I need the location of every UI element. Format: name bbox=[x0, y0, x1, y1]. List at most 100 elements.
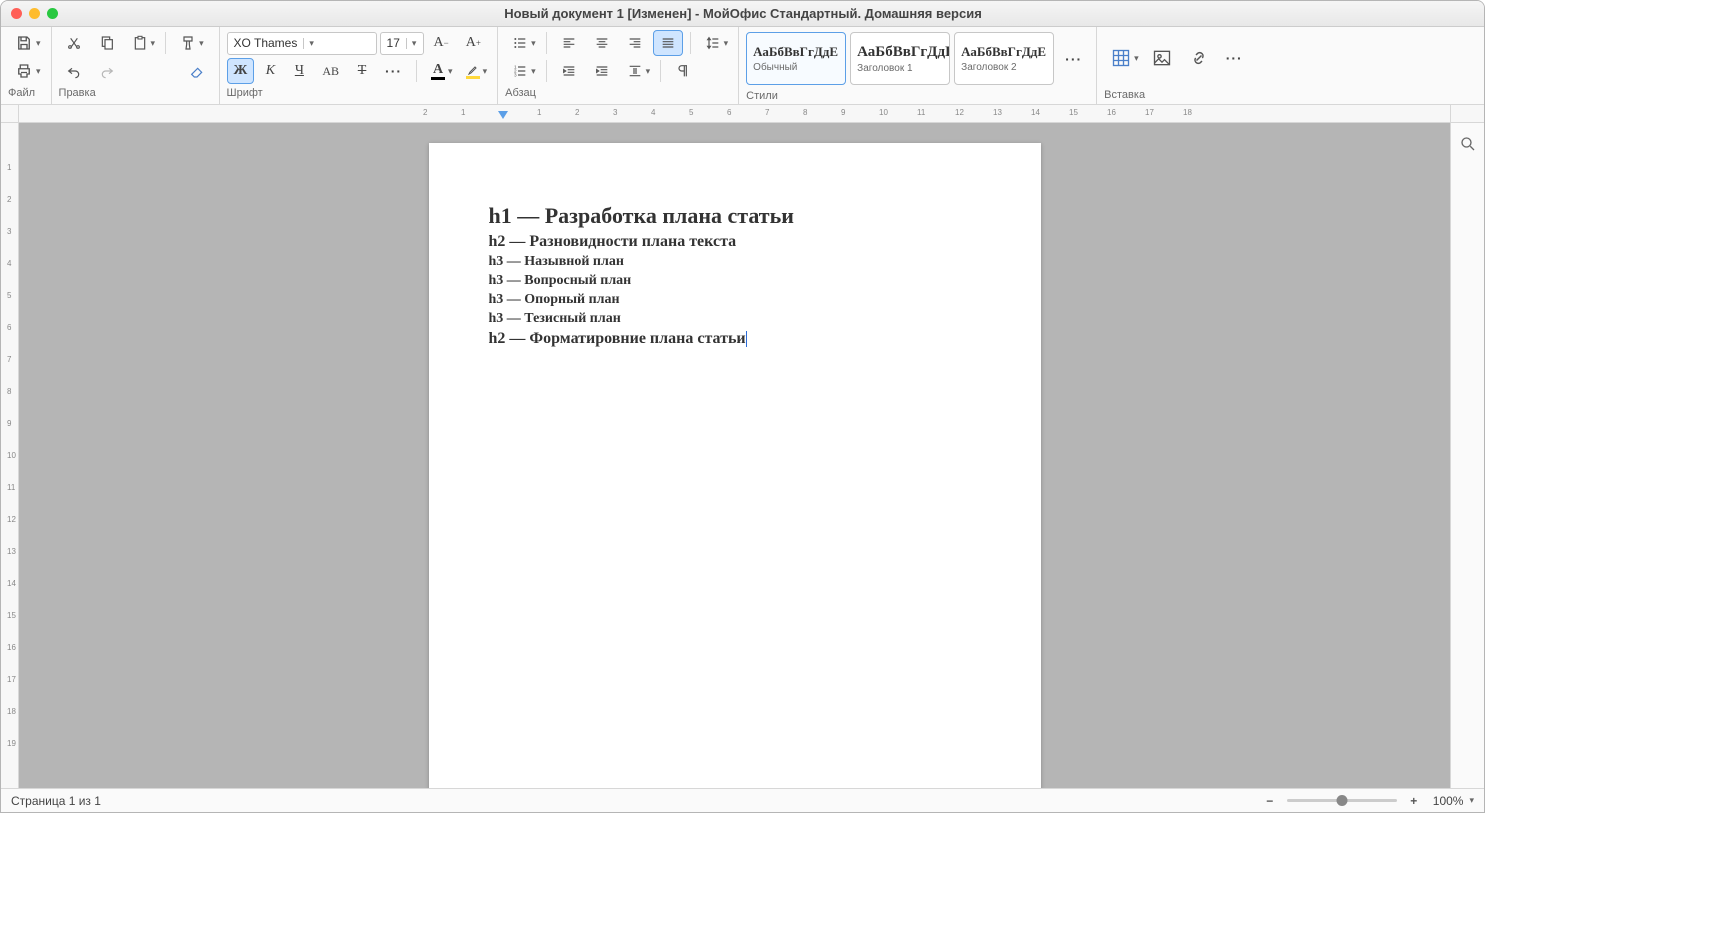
spacing-icon bbox=[627, 63, 643, 79]
insert-link-button[interactable] bbox=[1182, 43, 1216, 73]
styles-more-button[interactable]: ··· bbox=[1058, 32, 1089, 85]
maximize-window-button[interactable] bbox=[47, 8, 58, 19]
first-line-indent-marker[interactable] bbox=[498, 111, 508, 121]
style-heading1[interactable]: АаБбВвГгДдЕ Заголовок 1 bbox=[850, 32, 950, 85]
insert-image-button[interactable] bbox=[1145, 43, 1179, 73]
chevron-down-icon: ▾ bbox=[303, 38, 319, 49]
redo-icon bbox=[99, 63, 115, 79]
cut-button[interactable] bbox=[59, 30, 89, 56]
style-name: Заголовок 2 bbox=[961, 62, 1047, 73]
small-caps-button[interactable]: AB bbox=[315, 58, 346, 84]
zoom-in-button[interactable]: + bbox=[1405, 792, 1423, 810]
doc-heading-3: h3 — Назывной план bbox=[489, 254, 981, 270]
style-preview: АаБбВвГгДдЕ bbox=[857, 44, 943, 61]
page[interactable]: h1 — Разработка плана статьи h2 — Разнов… bbox=[429, 143, 1041, 788]
insert-table-button[interactable]: ▾ bbox=[1104, 43, 1142, 73]
copy-button[interactable] bbox=[92, 30, 122, 56]
undo-button[interactable] bbox=[59, 58, 89, 84]
group-label: Абзац bbox=[505, 87, 731, 99]
scissors-icon bbox=[66, 35, 82, 51]
close-window-button[interactable] bbox=[11, 8, 22, 19]
paragraph-mark-button[interactable] bbox=[668, 58, 698, 84]
paste-button[interactable]: ▾ bbox=[125, 30, 159, 56]
zoom-knob[interactable] bbox=[1336, 795, 1347, 806]
workspace: 12345678910111213141516171819 h1 — Разра… bbox=[1, 123, 1484, 788]
align-justify-button[interactable] bbox=[653, 30, 683, 56]
doc-heading-3: h3 — Тезисный план bbox=[489, 311, 981, 327]
app-window: Новый документ 1 [Изменен] - МойОфис Ста… bbox=[0, 0, 1485, 813]
align-left-button[interactable] bbox=[554, 30, 584, 56]
increase-indent-button[interactable] bbox=[587, 58, 617, 84]
line-spacing-button[interactable]: ▾ bbox=[698, 30, 732, 56]
group-label: Файл bbox=[8, 87, 44, 99]
print-button[interactable]: ▾ bbox=[8, 58, 44, 84]
group-file: ▾ ▾ Файл bbox=[1, 27, 52, 104]
eraser-icon bbox=[189, 63, 205, 79]
copy-icon bbox=[99, 35, 115, 51]
group-edit: ▾ ▾ Правка bbox=[52, 27, 220, 104]
bullet-list-button[interactable]: ▾ bbox=[505, 30, 539, 56]
search-icon bbox=[1459, 135, 1477, 153]
zoom-slider[interactable] bbox=[1287, 799, 1397, 802]
align-center-icon bbox=[594, 35, 610, 51]
style-normal[interactable]: АаБбВвГгДдЕ Обычный bbox=[746, 32, 846, 85]
increase-font-button[interactable]: A+ bbox=[459, 30, 488, 56]
font-family-combo[interactable]: XO Thames ▾ bbox=[227, 32, 377, 55]
table-icon bbox=[1111, 48, 1131, 68]
font-color-button[interactable]: А▾ bbox=[424, 58, 456, 84]
format-painter-button[interactable]: ▾ bbox=[173, 30, 207, 56]
align-left-icon bbox=[561, 35, 577, 51]
window-title: Новый документ 1 [Изменен] - МойОфис Ста… bbox=[72, 6, 1414, 21]
style-preview: АаБбВвГгДдЕ bbox=[961, 44, 1047, 60]
style-heading2[interactable]: АаБбВвГгДдЕ Заголовок 2 bbox=[954, 32, 1054, 85]
group-font: XO Thames ▾ 17 ▾ A− A+ Ж К Ч AB T bbox=[220, 27, 499, 104]
find-button[interactable] bbox=[1452, 131, 1484, 157]
font-family-value: XO Thames bbox=[228, 36, 304, 50]
redo-button[interactable] bbox=[92, 58, 122, 84]
image-icon bbox=[1152, 48, 1172, 68]
font-size-combo[interactable]: 17 ▾ bbox=[380, 32, 424, 55]
align-justify-icon bbox=[660, 35, 676, 51]
group-insert: ▾ ··· Вставка bbox=[1097, 27, 1257, 104]
bold-button[interactable]: Ж bbox=[227, 58, 255, 84]
style-preview: АаБбВвГгДдЕ bbox=[753, 44, 839, 60]
clear-formatting-button[interactable] bbox=[182, 58, 212, 84]
decrease-indent-button[interactable] bbox=[554, 58, 584, 84]
doc-heading-3: h3 — Опорный план bbox=[489, 292, 981, 308]
style-name: Заголовок 1 bbox=[857, 63, 943, 74]
underline-button[interactable]: Ч bbox=[286, 58, 312, 84]
numbered-list-button[interactable]: 123▾ bbox=[505, 58, 539, 84]
align-right-button[interactable] bbox=[620, 30, 650, 56]
italic-button[interactable]: К bbox=[257, 58, 283, 84]
doc-heading-1: h1 — Разработка плана статьи bbox=[489, 203, 981, 229]
numbered-list-icon: 123 bbox=[512, 63, 528, 79]
minimize-window-button[interactable] bbox=[29, 8, 40, 19]
chevron-down-icon: ▾ bbox=[1469, 795, 1474, 806]
save-icon bbox=[15, 34, 33, 52]
zoom-out-button[interactable]: − bbox=[1261, 792, 1279, 810]
pilcrow-icon bbox=[675, 63, 691, 79]
strikethrough-button[interactable]: T bbox=[349, 58, 375, 84]
paste-icon bbox=[132, 35, 148, 51]
font-more-button[interactable]: ··· bbox=[378, 58, 409, 84]
svg-text:3: 3 bbox=[514, 72, 517, 77]
align-center-button[interactable] bbox=[587, 30, 617, 56]
line-spacing-icon bbox=[705, 35, 721, 51]
undo-icon bbox=[66, 63, 82, 79]
side-panel bbox=[1450, 123, 1484, 788]
statusbar: Страница 1 из 1 − + 100% ▾ bbox=[1, 788, 1484, 812]
group-label: Правка bbox=[59, 87, 212, 99]
highlight-color-button[interactable]: ▾ bbox=[459, 58, 491, 84]
vertical-ruler[interactable]: 12345678910111213141516171819 bbox=[1, 123, 19, 788]
text-cursor bbox=[746, 331, 747, 347]
window-controls bbox=[11, 8, 58, 19]
print-icon bbox=[15, 62, 33, 80]
highlighter-icon bbox=[467, 64, 479, 76]
paragraph-spacing-button[interactable]: ▾ bbox=[620, 58, 654, 84]
group-styles: АаБбВвГгДдЕ Обычный АаБбВвГгДдЕ Заголово… bbox=[739, 27, 1097, 104]
document-canvas[interactable]: h1 — Разработка плана статьи h2 — Разнов… bbox=[19, 123, 1450, 788]
save-button[interactable]: ▾ bbox=[8, 30, 44, 56]
decrease-font-button[interactable]: A− bbox=[427, 30, 456, 56]
horizontal-ruler[interactable]: 21123456789101112131415161718 bbox=[19, 105, 1450, 123]
insert-more-button[interactable]: ··· bbox=[1219, 43, 1250, 73]
